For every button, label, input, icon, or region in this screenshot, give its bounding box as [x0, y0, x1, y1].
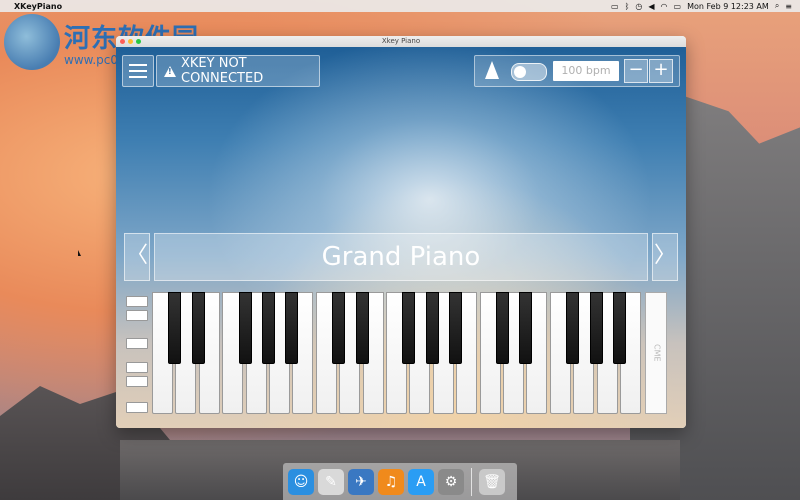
octave-strip — [122, 292, 150, 416]
metronome-toggle[interactable] — [511, 63, 547, 81]
black-key[interactable] — [402, 292, 416, 364]
bpm-field[interactable]: 100 bpm — [553, 61, 619, 81]
toggle-knob — [514, 66, 526, 78]
bpm-decrease-button[interactable]: − — [624, 59, 648, 83]
black-key[interactable] — [425, 292, 439, 364]
octave-tab[interactable] — [126, 338, 148, 349]
top-toolbar: XKEY NOT CONNECTED 100 bpm − + — [122, 55, 680, 87]
black-key[interactable] — [589, 292, 603, 364]
bluetooth-icon[interactable]: ᛒ — [625, 2, 630, 11]
trash-icon[interactable]: 🗑 — [479, 468, 505, 495]
dock: ☺ ✎ ✈ ♫ A ⚙ 🗑 — [283, 463, 517, 500]
notification-center-icon[interactable]: ≡ — [785, 2, 792, 11]
hamburger-menu-button[interactable] — [122, 55, 154, 87]
preview-icon[interactable]: ✈ — [348, 468, 374, 495]
status-area: ▭ ᛒ ◷ ◀ ◠ ▭ Mon Feb 9 12:23 AM ⌕ ≡ — [611, 1, 792, 11]
time-machine-icon[interactable]: ◷ — [635, 2, 642, 11]
airplay-icon[interactable]: ▭ — [611, 2, 619, 11]
brand-label: CME — [645, 292, 668, 414]
system-preferences-icon[interactable]: ⚙ — [438, 468, 464, 495]
black-key[interactable] — [449, 292, 463, 364]
metronome-controls: 100 bpm − + — [474, 55, 680, 87]
wifi-icon[interactable]: ◠ — [661, 2, 668, 11]
black-key[interactable] — [238, 292, 252, 364]
black-key[interactable] — [496, 292, 509, 364]
hamburger-icon — [129, 64, 147, 66]
octave-tab[interactable] — [126, 296, 148, 307]
black-key[interactable] — [262, 292, 275, 364]
window-title: Xkey Piano — [381, 37, 421, 45]
octave-tab[interactable] — [126, 310, 148, 321]
menu-clock[interactable]: Mon Feb 9 12:23 AM — [687, 2, 769, 11]
minimize-button[interactable] — [128, 39, 133, 44]
next-instrument-button[interactable]: 〉 — [652, 233, 678, 281]
app-window: Xkey Piano XKEY NOT CONNECTED 100 bpm − … — [116, 36, 686, 428]
black-key[interactable] — [332, 292, 346, 364]
zoom-button[interactable] — [136, 39, 141, 44]
window-controls — [120, 39, 141, 44]
bpm-increase-button[interactable]: + — [649, 59, 673, 83]
menu-bar: XKeyPiano ▭ ᛒ ◷ ◀ ◠ ▭ Mon Feb 9 12:23 AM… — [0, 0, 800, 12]
connection-status[interactable]: XKEY NOT CONNECTED — [156, 55, 320, 87]
notes-icon[interactable]: ✎ — [318, 468, 344, 495]
app-menu[interactable]: XKeyPiano — [14, 2, 62, 11]
black-key[interactable] — [355, 292, 369, 364]
mouse-cursor — [78, 250, 81, 256]
keyboard-area: CME — [122, 292, 680, 416]
close-button[interactable] — [120, 39, 125, 44]
volume-icon[interactable]: ◀ — [648, 2, 654, 11]
octave-tab[interactable] — [126, 402, 148, 413]
octave-tab[interactable] — [126, 362, 148, 373]
metronome-icon — [485, 61, 499, 79]
black-key[interactable] — [519, 292, 533, 364]
app-store-icon[interactable]: A — [408, 468, 434, 495]
battery-icon[interactable]: ▭ — [674, 2, 682, 11]
xkey-app-icon[interactable]: ♫ — [378, 468, 404, 495]
spotlight-icon[interactable]: ⌕ — [775, 1, 779, 11]
black-key[interactable] — [285, 292, 299, 364]
black-key[interactable] — [613, 292, 626, 364]
previous-instrument-button[interactable]: 〈 — [124, 233, 150, 281]
black-key[interactable] — [566, 292, 580, 364]
app-content: XKEY NOT CONNECTED 100 bpm − + 〈 Grand P… — [116, 47, 686, 428]
finder-icon[interactable]: ☺ — [288, 468, 314, 495]
black-key[interactable] — [191, 292, 205, 364]
instrument-selector: 〈 Grand Piano 〉 — [124, 233, 678, 281]
instrument-name[interactable]: Grand Piano — [154, 233, 648, 281]
octave-tab[interactable] — [126, 376, 148, 387]
connection-status-text: XKEY NOT CONNECTED — [181, 56, 264, 86]
black-key[interactable] — [168, 292, 182, 364]
warning-icon — [164, 65, 176, 77]
title-bar[interactable]: Xkey Piano — [116, 36, 686, 47]
watermark-logo — [4, 14, 60, 70]
piano-keyboard: CME — [152, 292, 680, 416]
dock-separator — [471, 467, 472, 496]
